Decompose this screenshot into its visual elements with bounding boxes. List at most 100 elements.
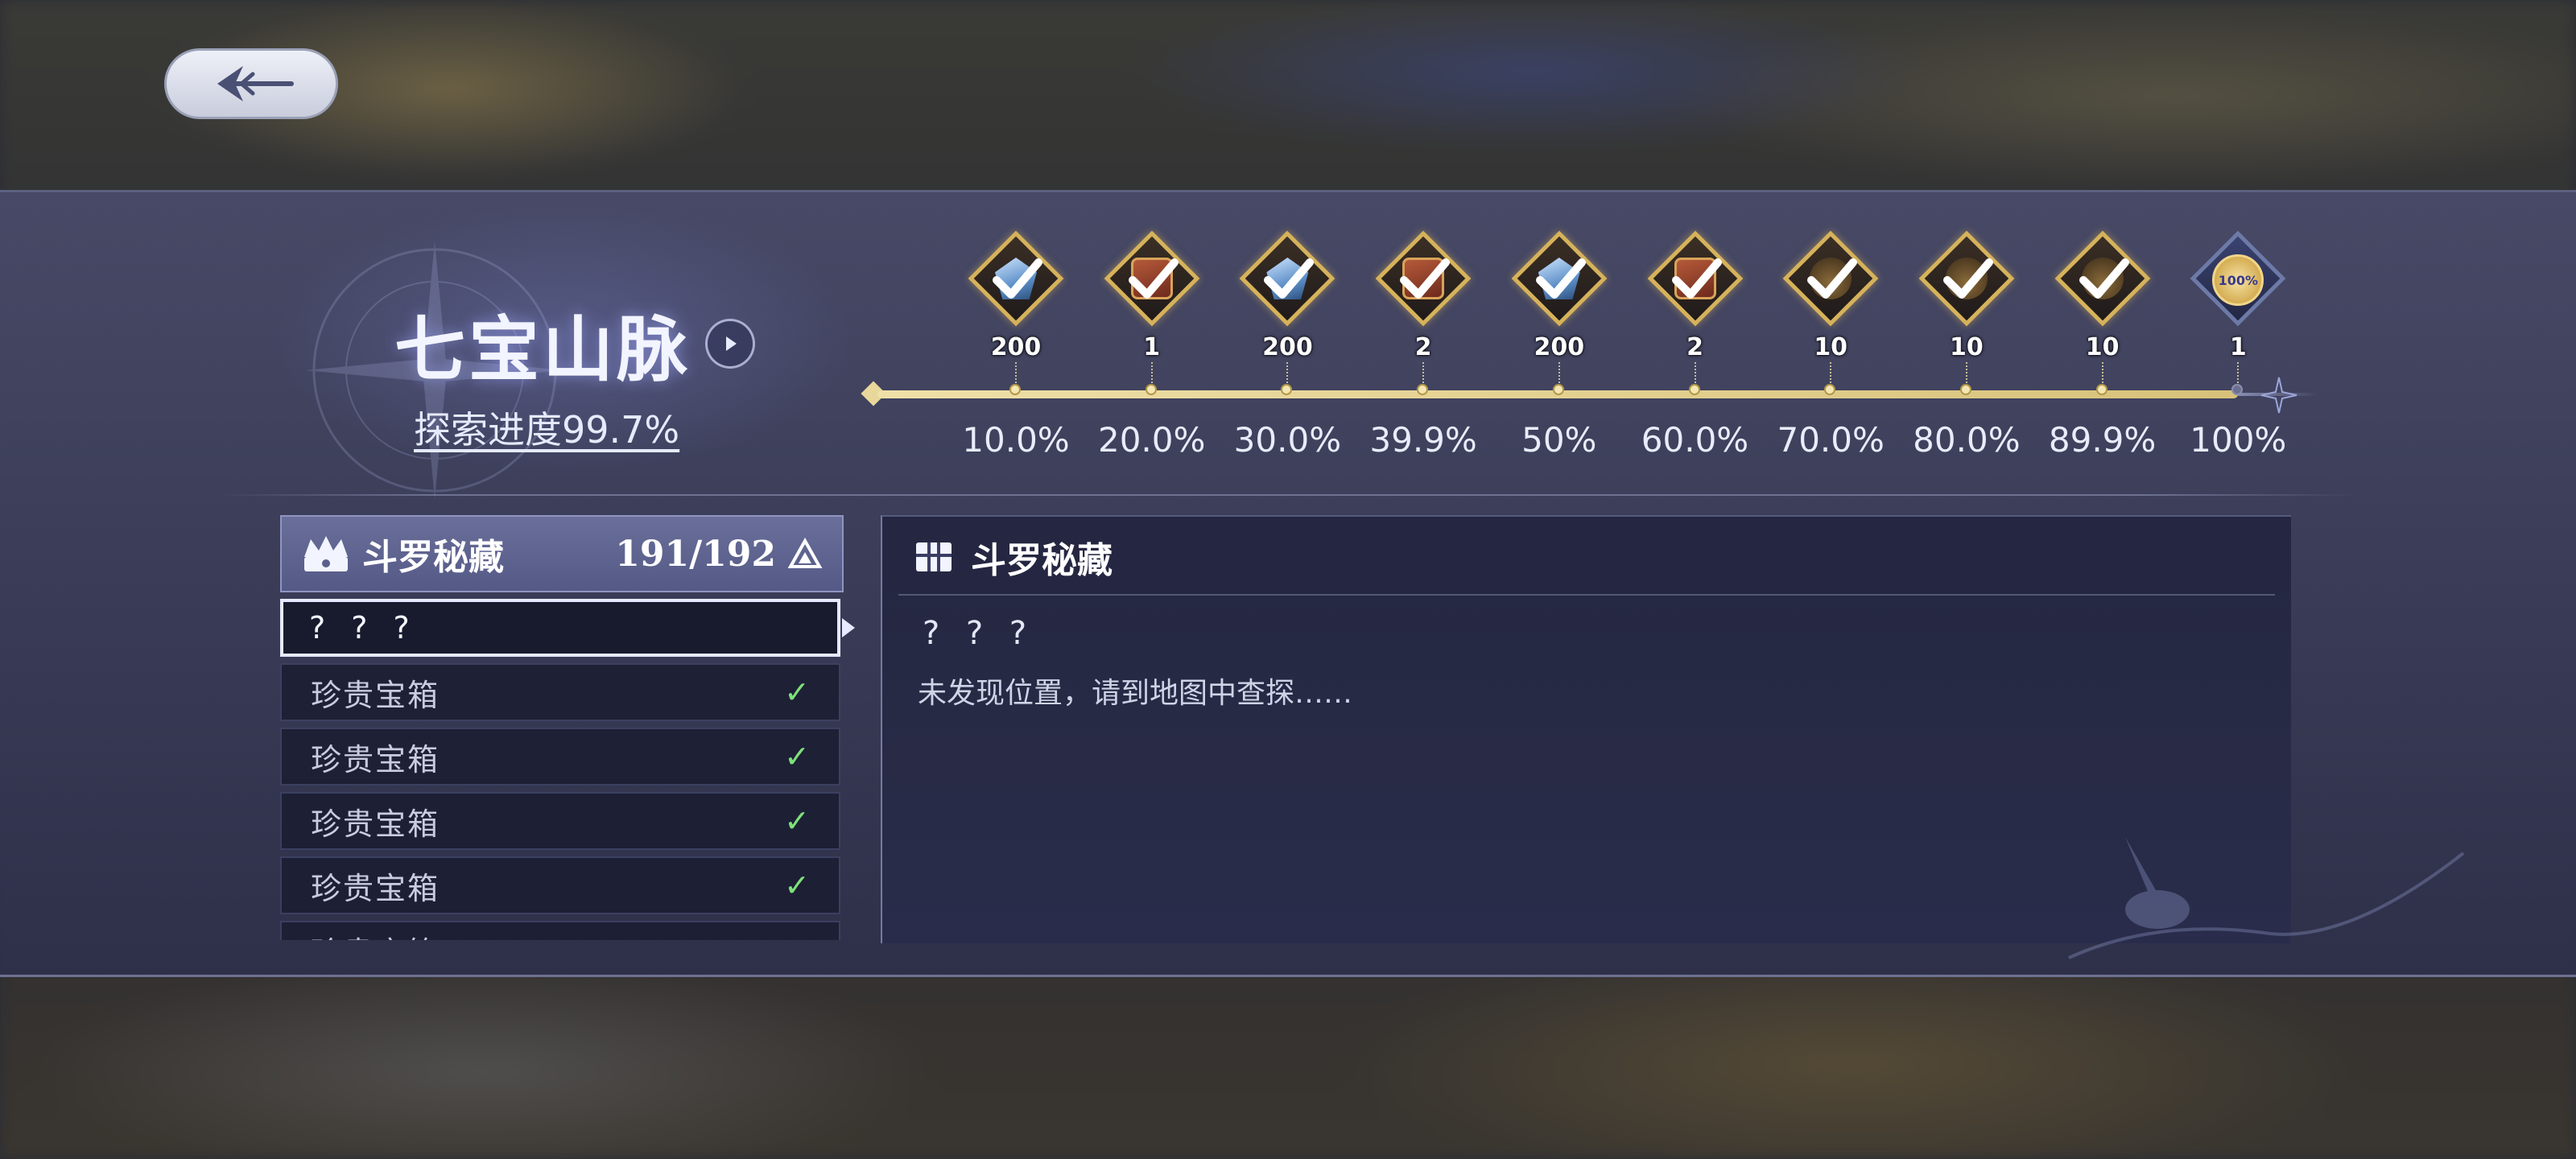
milestone-5[interactable]: 200 50% (1495, 225, 1624, 467)
play-icon (726, 336, 737, 351)
claimed-check-icon (1128, 258, 1179, 299)
list-item-label: 珍贵宝箱 (311, 870, 440, 906)
milestone-10[interactable]: 100% 1 100% (2174, 225, 2302, 467)
found-check-icon: ✓ (784, 932, 810, 940)
detail-header: 斗罗秘藏 (914, 533, 1113, 581)
section-divider (217, 494, 2359, 496)
rabbit-decoration (2068, 837, 2465, 959)
claimed-check-icon (1671, 258, 1722, 299)
milestone-stem (1694, 362, 1698, 386)
back-arrow-icon (217, 66, 294, 101)
selected-row-pointer (842, 618, 855, 637)
list-item-label: ? ? ? (309, 610, 418, 645)
milestone-dot (1959, 384, 1971, 395)
milestone-dot (1824, 384, 1836, 395)
list-item-selected[interactable]: ? ? ? (280, 599, 840, 657)
milestone-7[interactable]: 10 70.0% (1766, 225, 1895, 467)
milestone-dot (2231, 384, 2244, 395)
reward-icon: 100% (2190, 230, 2286, 327)
milestone-stem (1286, 362, 1290, 386)
list-item[interactable]: 珍贵宝箱 ✓ (280, 728, 840, 786)
collapse-icon (787, 538, 823, 568)
exploration-progress[interactable]: 探索进度99.7% (414, 401, 679, 454)
list-item-label: 珍贵宝箱 (311, 928, 784, 941)
treasure-list-title: 斗罗秘藏 (362, 537, 504, 578)
milestone-stem (1558, 362, 1562, 386)
milestone-dot (1417, 384, 1429, 395)
milestone-1[interactable]: 200 10.0% (952, 225, 1080, 467)
milestone-dot (1552, 384, 1564, 395)
detail-divider (898, 594, 2275, 596)
detail-description: 未发现位置，请到地图中查探…… (918, 677, 1353, 710)
reward-icon (1239, 230, 1335, 327)
detail-item-name: ? ? ? (923, 615, 1035, 652)
treasure-list-header[interactable]: 斗罗秘藏 191/192 (280, 515, 844, 592)
list-item[interactable]: 珍贵宝箱 ✓ (280, 663, 840, 721)
milestone-stem (1422, 362, 1426, 386)
list-item[interactable]: 珍贵宝箱 ✓ (280, 792, 840, 850)
milestone-stem (1830, 362, 1833, 386)
reward-count: 10 (2085, 333, 2120, 361)
list-item[interactable]: 珍贵宝箱✓ (280, 921, 840, 940)
area-detail-button[interactable] (705, 319, 756, 369)
milestone-dot (1145, 384, 1157, 395)
milestone-percent: 100% (2190, 420, 2287, 460)
milestone-stem (2101, 362, 2105, 386)
milestone-9[interactable]: 10 89.9% (2038, 225, 2167, 467)
claimed-check-icon (2079, 258, 2129, 299)
reward-icon (1782, 230, 1879, 327)
claimed-check-icon (1264, 258, 1315, 299)
reward-count: 2 (1414, 333, 1432, 361)
area-title-text: 七宝山脉 (394, 307, 691, 391)
list-item-label: 珍贵宝箱 (311, 677, 440, 713)
treasure-crown-icon (304, 536, 348, 571)
area-title: 七宝山脉 (394, 299, 756, 391)
milestone-3[interactable]: 200 30.0% (1223, 225, 1352, 467)
reward-icon (1511, 230, 1608, 327)
treasure-list-count: 191/192 (615, 533, 776, 575)
chest-icon (916, 542, 952, 571)
reward-count: 1 (1143, 333, 1161, 361)
list-item-label: 珍贵宝箱 (311, 806, 440, 842)
claimed-check-icon (993, 258, 1042, 299)
reward-icon (1104, 230, 1200, 327)
milestone-dot (1009, 384, 1021, 395)
milestone-stem (1015, 362, 1018, 386)
milestone-stem (2237, 362, 2240, 386)
reward-icon (2054, 230, 2150, 327)
claimed-check-icon (1535, 258, 1586, 299)
milestone-stem (1965, 362, 1969, 386)
found-check-icon: ✓ (784, 803, 810, 839)
reward-icon (1647, 230, 1743, 327)
milestone-dot (1281, 384, 1293, 395)
claimed-check-icon (1400, 258, 1451, 299)
claimed-check-icon (1942, 258, 1993, 299)
found-check-icon: ✓ (784, 674, 810, 710)
detail-title: 斗罗秘藏 (971, 540, 1113, 581)
milestone-8[interactable]: 10 80.0% (1902, 225, 2031, 467)
milestone-4[interactable]: 2 39.9% (1359, 225, 1488, 467)
milestone-stem (1150, 362, 1154, 386)
milestone-2[interactable]: 1 20.0% (1088, 225, 1216, 467)
treasure-list[interactable]: ? ? ?珍贵宝箱✓珍贵宝箱✓珍贵宝箱✓珍贵宝箱✓珍贵宝箱✓ (280, 599, 844, 940)
reward-count: 10 (1950, 333, 1984, 361)
found-check-icon: ✓ (784, 868, 810, 903)
reward-count: 200 (990, 333, 1042, 361)
back-button[interactable] (164, 48, 338, 119)
reward-count: 2 (1686, 333, 1703, 361)
completion-badge-icon: 100% (2212, 254, 2264, 306)
list-item-label: 珍贵宝箱 (311, 741, 440, 777)
list-item[interactable]: 珍贵宝箱 ✓ (280, 856, 840, 914)
reward-icon (1375, 230, 1472, 327)
reward-icon (968, 230, 1064, 327)
milestone-6[interactable]: 2 60.0% (1631, 225, 1760, 467)
claimed-check-icon (1807, 258, 1858, 299)
milestone-dot (1688, 384, 1700, 395)
milestone-dot (2095, 384, 2107, 395)
found-check-icon: ✓ (784, 739, 810, 774)
reward-count: 10 (1814, 333, 1848, 361)
reward-count: 200 (1534, 333, 1585, 361)
reward-icon (1918, 230, 2015, 327)
reward-count: 200 (1262, 333, 1313, 361)
reward-count: 1 (2229, 333, 2247, 361)
